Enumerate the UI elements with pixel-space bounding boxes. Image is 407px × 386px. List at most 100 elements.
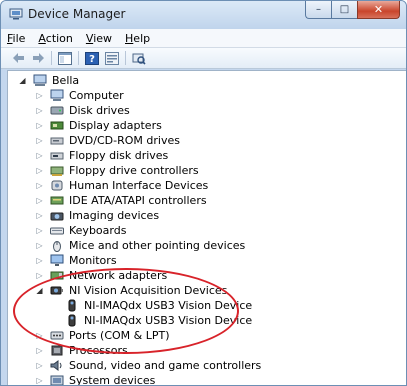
tree-category-item[interactable]: ▷ DVD/CD-ROM drives [35,133,180,148]
expand-arrow-icon[interactable]: ▷ [35,271,44,280]
tree-item-label: Imaging devices [69,209,160,222]
menu-file[interactable]: File [7,32,25,45]
show-hide-console-tree-button[interactable] [58,51,72,65]
tree-category-item[interactable]: ▷ Disk drives [35,103,129,118]
console-tree-icon [58,51,72,65]
tree-item-label: Processors [69,344,128,357]
tree-item-label: NI-IMAQdx USB3 Vision Device [84,299,253,312]
expand-arrow-icon[interactable]: ▷ [35,331,44,340]
scan-hardware-button[interactable] [132,51,146,65]
help-button[interactable]: ? [85,51,99,65]
tree-item-label: NI Vision Acquisition Devices [69,284,228,297]
tree-category-item[interactable]: ▷ Ports (COM & LPT) [35,328,170,343]
tree-category-item[interactable]: ▷ Display adapters [35,118,162,133]
expand-arrow-icon[interactable]: ▷ [35,376,44,385]
tree-item-label: Ports (COM & LPT) [69,329,170,342]
tree-category-item[interactable]: ▷ Imaging devices [35,208,159,223]
tree-device-item[interactable]: NI-IMAQdx USB3 Vision Device [50,313,252,328]
mouse-icon [50,239,64,252]
expand-arrow-icon[interactable]: ▷ [35,181,44,190]
processor-icon [50,344,64,357]
tree-item-label: Floppy drive controllers [69,164,199,177]
menu-view[interactable]: View [86,32,112,45]
expand-arrow-icon[interactable]: ▷ [35,106,44,115]
expand-arrow-icon[interactable]: ▷ [35,346,44,355]
hid-icon [50,179,64,192]
collapse-arrow-icon[interactable]: ◢ [35,286,44,295]
network-adapter-icon [50,269,64,282]
maximize-button[interactable]: □ [331,1,357,19]
tree-category-item[interactable]: ▷ Sound, video and game controllers [35,358,261,373]
tree-item-label: Mice and other pointing devices [69,239,246,252]
back-button[interactable] [11,51,25,65]
close-button[interactable]: ✕ [357,1,400,19]
window-title: Device Manager [28,7,126,21]
expand-arrow-icon[interactable]: ▷ [35,166,44,175]
tree-category-item[interactable]: ◢ NI Vision Acquisition Devices [35,283,227,298]
port-icon [50,329,64,342]
tree-category-item[interactable]: ▷ Human Interface Devices [35,178,208,193]
display-adapter-icon [50,119,64,132]
ide-controller-icon [50,194,64,207]
floppy-controller-icon [50,164,64,177]
keyboard-icon [50,224,64,237]
properties-button[interactable] [105,51,119,65]
tree-item-label: Keyboards [69,224,127,237]
device-tree: ◢ Bella ▷ Computer ▷ Disk drives ▷ Display adap… [7,70,406,386]
tree-category-item[interactable]: ▷ Network adapters [35,268,167,283]
tree-item-label: Bella [52,74,80,87]
device-manager-icon [9,8,23,20]
tree-item-label: Computer [69,89,124,102]
collapse-arrow-icon[interactable]: ◢ [18,76,27,85]
expand-arrow-icon[interactable]: ▷ [35,121,44,130]
tree-item-label: System devices [69,374,156,386]
computer-icon [33,74,47,87]
forward-button[interactable] [31,51,45,65]
sound-icon [50,359,64,372]
forward-arrow-icon [32,53,44,63]
camera-device-icon [65,314,79,327]
tree-category-item[interactable]: ▷ Computer [35,88,124,103]
tree-category-item[interactable]: ▷ Mice and other pointing devices [35,238,245,253]
expand-arrow-icon[interactable]: ▷ [35,241,44,250]
maximize-icon: □ [339,4,350,15]
minimize-button[interactable]: – [305,1,331,19]
tree-category-item[interactable]: ▷ Floppy disk drives [35,148,168,163]
tree-category-item[interactable]: ▷ Processors [35,343,128,358]
tree-item-label: Human Interface Devices [69,179,209,192]
tree-root-bella[interactable]: ◢ Bella [18,73,79,88]
expand-arrow-icon[interactable]: ▷ [35,151,44,160]
expand-arrow-icon[interactable]: ▷ [35,256,44,265]
title-bar[interactable]: Device Manager – □ ✕ [1,1,406,29]
camera-icon [50,209,64,222]
scan-hardware-icon [132,53,146,65]
computer-icon [50,89,64,102]
expand-arrow-icon[interactable]: ▷ [35,196,44,205]
menu-action[interactable]: Action [38,32,72,45]
tree-device-item[interactable]: NI-IMAQdx USB3 Vision Device [50,298,252,313]
disk-drive-icon [50,104,64,117]
expand-arrow-icon[interactable]: ▷ [35,361,44,370]
tree-item-label: Floppy disk drives [69,149,169,162]
tree-category-item[interactable]: ▷ IDE ATA/ATAPI controllers [35,193,206,208]
tree-category-item[interactable]: ▷ System devices [35,373,156,386]
device-manager-window: Device Manager – □ ✕ File Action View He… [0,0,407,386]
tree-item-label: Display adapters [69,119,162,132]
expand-arrow-icon[interactable]: ▷ [35,211,44,220]
tree-category-item[interactable]: ▷ Monitors [35,253,116,268]
menu-help[interactable]: Help [125,32,150,45]
toolbar-separator [51,51,52,65]
expand-arrow-icon[interactable]: ▷ [35,91,44,100]
tree-item-label: Network adapters [69,269,168,282]
dvd-drive-icon [50,134,64,147]
help-icon: ? [85,51,99,65]
expand-arrow-icon[interactable]: ▷ [35,136,44,145]
tree-item-label: Sound, video and game controllers [69,359,262,372]
window-controls: – □ ✕ [305,1,400,20]
tree-category-item[interactable]: ▷ Keyboards [35,223,126,238]
tree-category-item[interactable]: ▷ Floppy drive controllers [35,163,199,178]
menu-bar: File Action View Help [1,29,406,48]
expand-arrow-icon[interactable]: ▷ [35,226,44,235]
